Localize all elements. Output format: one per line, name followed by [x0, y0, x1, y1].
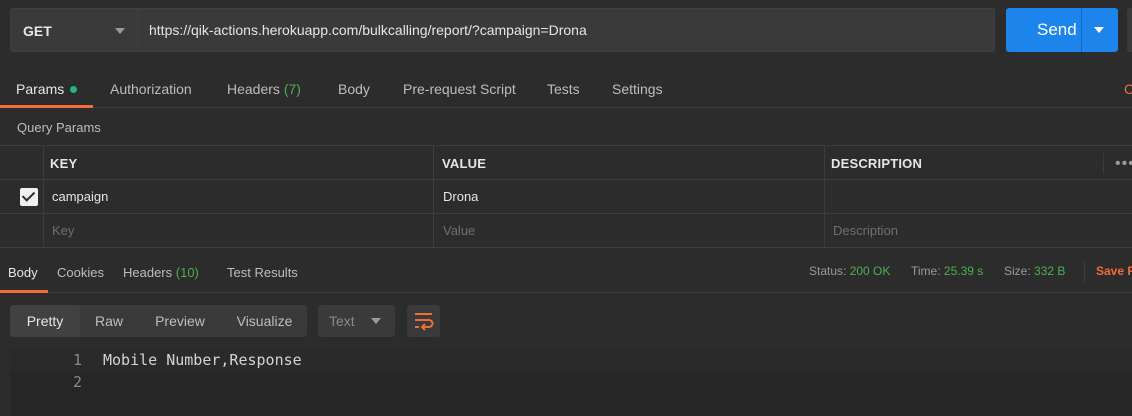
status-meta: Status: 200 OK [809, 264, 890, 278]
new-description-input[interactable]: Description [824, 214, 1132, 247]
new-value-placeholder: Value [443, 223, 476, 238]
send-options-chevron-icon[interactable] [1094, 27, 1104, 33]
meta-divider [1084, 261, 1085, 283]
tab-params[interactable]: Params [16, 81, 78, 97]
send-label: Send [1037, 20, 1077, 39]
new-key-input[interactable]: Key [43, 214, 433, 247]
method-value: GET [23, 23, 52, 39]
tab-settings[interactable]: Settings [612, 81, 663, 97]
new-key-placeholder: Key [52, 223, 75, 238]
response-tab-headers-count: (10) [175, 265, 199, 280]
url-value: https://qik-actions.herokuapp.com/bulkca… [149, 22, 587, 38]
active-tab-indicator [0, 105, 93, 108]
header-value-cell: VALUE [433, 146, 824, 179]
request-tabs: Params Authorization Headers (7) Body Pr… [0, 70, 1132, 108]
body-view-mode-group: Pretty Raw Preview Visualize [10, 305, 307, 337]
response-body-editor[interactable]: 1 Mobile Number,Response 2 [10, 349, 1132, 416]
view-pretty-button[interactable]: Pretty [10, 305, 80, 337]
active-response-tab-indicator [0, 290, 48, 293]
new-description-placeholder: Description [833, 223, 899, 238]
params-active-dot-icon [70, 86, 78, 93]
line-text: Mobile Number,Response [103, 351, 302, 369]
tab-params-label: Params [16, 81, 65, 97]
format-type-select[interactable]: Text [318, 305, 395, 337]
param-value-cell[interactable]: Drona [433, 180, 824, 213]
response-tabs: Body Cookies Headers (10) Test Results S… [0, 255, 1132, 293]
view-raw-button[interactable]: Raw [80, 305, 138, 337]
wrap-lines-button[interactable] [407, 305, 440, 337]
tab-body[interactable]: Body [338, 81, 370, 97]
save-response-button[interactable]: Save R [1096, 264, 1132, 278]
new-value-input[interactable]: Value [433, 214, 824, 247]
tab-headers[interactable]: Headers (7) [227, 81, 301, 97]
send-button[interactable]: Send [1006, 8, 1118, 52]
response-tab-headers-label: Headers [123, 265, 173, 280]
size-value: 332 B [1034, 264, 1066, 278]
tab-authorization[interactable]: Authorization [110, 81, 192, 97]
send-divider [1081, 8, 1082, 52]
response-tab-headers[interactable]: Headers (10) [123, 265, 199, 280]
code-line: 2 [10, 371, 1132, 393]
param-enabled-checkbox[interactable] [20, 188, 38, 206]
tab-headers-label: Headers [227, 81, 280, 97]
status-label: Status: [809, 264, 847, 278]
method-select[interactable]: GET [10, 8, 138, 52]
header-key-cell: KEY [43, 146, 433, 179]
request-bar: GET https://qik-actions.herokuapp.com/bu… [0, 0, 1132, 62]
size-meta: Size: 332 B [1004, 264, 1065, 278]
header-key: KEY [50, 156, 78, 171]
wrap-lines-icon [415, 313, 434, 331]
code-line: 1 Mobile Number,Response [10, 349, 1132, 371]
query-params-table: KEY VALUE DESCRIPTION ••• campaign Drona… [0, 145, 1132, 248]
header-value: VALUE [442, 156, 487, 171]
response-tab-cookies[interactable]: Cookies [57, 265, 104, 280]
format-type-value: Text [329, 313, 355, 329]
response-tab-test-results[interactable]: Test Results [227, 265, 298, 280]
chevron-down-icon [371, 318, 381, 324]
more-options-icon[interactable]: ••• [1115, 155, 1132, 173]
table-row-new: Key Value Description [0, 214, 1132, 248]
tab-headers-count: (7) [283, 81, 301, 97]
time-meta: Time: 25.39 s [911, 264, 983, 278]
status-value: 200 OK [849, 264, 891, 278]
param-key-cell[interactable]: campaign [43, 180, 433, 213]
save-button[interactable] [1127, 8, 1132, 52]
param-description-cell[interactable] [824, 180, 1132, 213]
query-params-title: Query Params [17, 120, 101, 135]
time-label: Time: [911, 264, 941, 278]
response-tab-body[interactable]: Body [8, 265, 38, 280]
header-description-cell: DESCRIPTION [824, 146, 1132, 179]
url-input[interactable]: https://qik-actions.herokuapp.com/bulkca… [138, 8, 995, 52]
tab-prerequest-script[interactable]: Pre-request Script [403, 81, 516, 97]
header-divider [1103, 153, 1104, 173]
table-header-row: KEY VALUE DESCRIPTION ••• [0, 146, 1132, 180]
line-number: 2 [72, 373, 82, 391]
header-description: DESCRIPTION [831, 156, 923, 171]
time-value: 25.39 s [943, 264, 984, 278]
tab-tests[interactable]: Tests [547, 81, 580, 97]
table-row: campaign Drona [0, 180, 1132, 214]
cookies-link[interactable]: C [1124, 81, 1132, 97]
param-key: campaign [52, 189, 109, 204]
param-value: Drona [443, 189, 479, 204]
chevron-down-icon [115, 28, 125, 34]
view-preview-button[interactable]: Preview [138, 305, 222, 337]
line-number: 1 [72, 351, 82, 369]
size-label: Size: [1004, 264, 1031, 278]
view-visualize-button[interactable]: Visualize [222, 305, 307, 337]
